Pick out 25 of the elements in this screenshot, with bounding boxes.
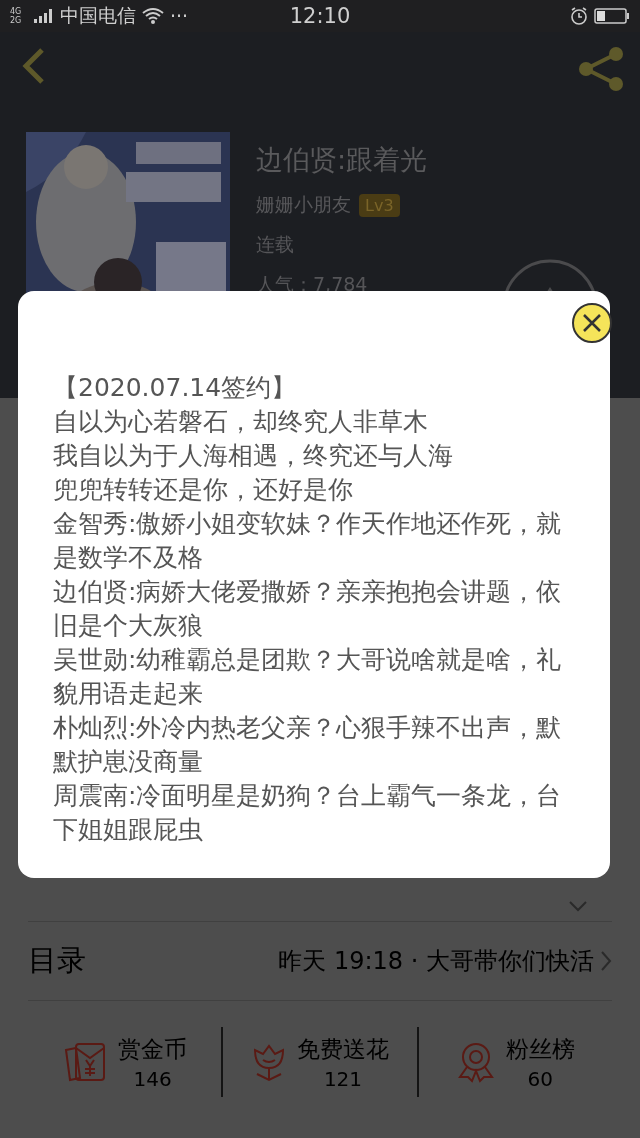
stat-count: 121 <box>323 1066 363 1091</box>
dialog-text: 兜兜转转还是你，还好是你 <box>53 474 354 506</box>
dialog-text: 周震南:冷面明星是奶狗？台上霸气一条龙，台下姐姐跟屁虫 <box>53 780 563 846</box>
author-name: 姗姗小朋友 <box>256 192 351 217</box>
catalog-label: 目录 <box>28 942 86 979</box>
stat-count: 146 <box>133 1066 172 1091</box>
dialog-text: 我自以为于人海相遇，终究还与人海 <box>53 440 454 472</box>
book-title: 边伯贤:跟着光 <box>256 143 428 177</box>
stat-label[interactable]: 免费送花 <box>297 1033 389 1065</box>
network-indicator: 4G 2G <box>10 7 23 25</box>
more-indicator: ··· <box>170 5 189 27</box>
dialog-text: 自以为心若磐石，却终究人非草木 <box>53 406 429 438</box>
catalog-row[interactable]: 目录 昨天 19:18 · 大哥带你们快活 <box>28 921 612 1001</box>
dialog-text: 朴灿烈:外冷内热老父亲？心狠手辣不出声，默默护崽没商量 <box>53 712 563 778</box>
dialog-text: 吴世勋:幼稚霸总是团欺？大哥说啥就是啥，礼貌用语走起来 <box>53 644 563 710</box>
carrier-name: 中国电信 <box>60 3 136 28</box>
clock-time: 12:10 <box>289 4 351 28</box>
latest-chapter: 昨天 19:18 · 大哥带你们快活 <box>278 946 594 977</box>
stat-label[interactable]: 赏金币 <box>118 1033 188 1065</box>
stat-count: 60 <box>527 1066 554 1091</box>
serial-status: 连载 <box>256 232 295 257</box>
stat-label[interactable]: 粉丝榜 <box>505 1033 575 1065</box>
dialog-text: 【2020.07.14签约】 <box>53 372 298 404</box>
dialog-text: 边伯贤:病娇大佬爱撒娇？亲亲抱抱会讲题，依旧是个大灰狼 <box>53 576 563 642</box>
dialog-text: 金智秀:傲娇小姐变软妹？作天作地还作死，就是数学不及格 <box>53 508 563 574</box>
